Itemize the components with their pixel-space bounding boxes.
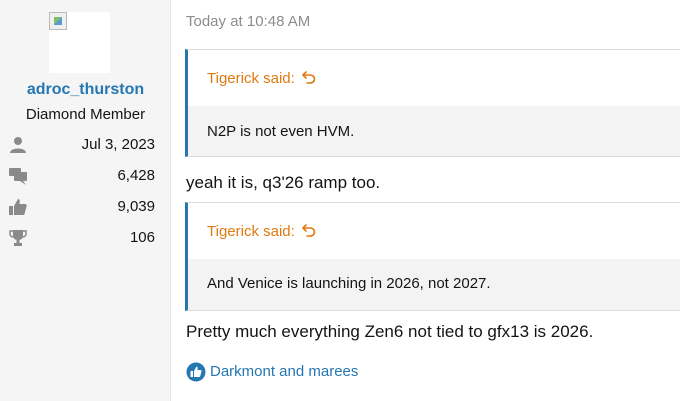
quote-body: N2P is not even HVM. [188, 106, 680, 156]
go-to-post-icon[interactable] [301, 222, 317, 238]
quote-author[interactable]: Tigerick said: [207, 223, 295, 240]
user-sidebar: adroc_thurston Diamond Member Jul 3, 202… [0, 0, 171, 401]
post-timestamp[interactable]: Today at 10:48 AM [186, 13, 310, 30]
quote-text: And Venice is launching in 2026, not 202… [207, 275, 491, 292]
quote-block: Tigerick said: And Venice is launching i… [185, 202, 680, 311]
user-icon [10, 137, 26, 153]
reply-text: Pretty much everything Zen6 not tied to … [186, 322, 594, 341]
username-link[interactable]: adroc_thurston [0, 81, 171, 99]
thumbs-up-icon [9, 199, 27, 215]
quote-header: Tigerick said: [188, 203, 680, 259]
user-title: Diamond Member [25, 106, 146, 123]
quote-author[interactable]: Tigerick said: [207, 70, 295, 87]
stat-reactions: 9,039 [0, 196, 171, 218]
stat-reactions-value: 9,039 [117, 198, 155, 215]
stat-trophies-value: 106 [129, 229, 155, 246]
reactions-list[interactable]: Darkmont and marees [210, 363, 358, 380]
avatar[interactable] [49, 12, 110, 73]
stat-trophies: 106 [0, 227, 171, 249]
stat-joined: Jul 3, 2023 [0, 134, 171, 156]
messages-icon [9, 168, 27, 185]
post-content: Today at 10:48 AM Tigerick said: N2P is … [171, 0, 680, 401]
quote-block: Tigerick said: N2P is not even HVM. [185, 49, 680, 157]
stat-messages: 6,428 [0, 165, 171, 187]
broken-image-icon [49, 12, 67, 30]
quote-body: And Venice is launching in 2026, not 202… [188, 259, 680, 310]
reply-text: yeah it is, q3'26 ramp too. [186, 173, 381, 192]
stat-joined-value: Jul 3, 2023 [81, 136, 155, 153]
go-to-post-icon[interactable] [301, 69, 317, 85]
quote-text: N2P is not even HVM. [207, 123, 355, 140]
stat-messages-value: 6,428 [117, 167, 155, 184]
quote-header: Tigerick said: [188, 50, 680, 106]
trophy-icon [9, 230, 27, 246]
like-reaction-icon [186, 362, 206, 382]
